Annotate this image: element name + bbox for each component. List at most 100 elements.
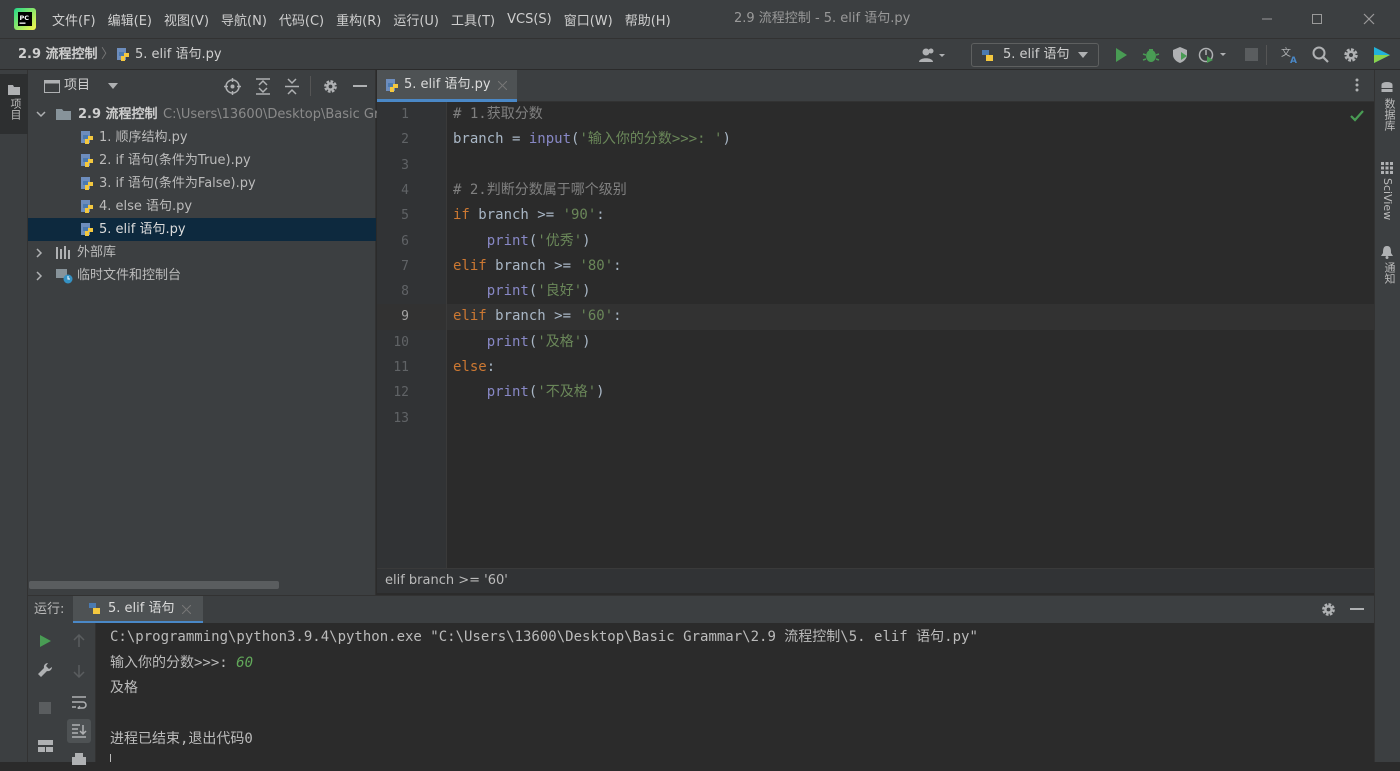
locate-file-icon[interactable] (224, 78, 241, 95)
tree-scratches-row[interactable]: 临时文件和控制台 (28, 264, 376, 287)
stop-icon[interactable] (1245, 48, 1258, 61)
soft-wrap-icon[interactable] (67, 690, 91, 714)
profile-icon[interactable] (1198, 46, 1228, 64)
svg-text:A: A (1290, 56, 1297, 65)
tree-file-label: 5. elif 语句.py (99, 222, 186, 237)
close-tab-icon[interactable] (498, 81, 507, 90)
menu-edit[interactable]: 编辑(E) (102, 10, 158, 29)
hide-panel-icon[interactable] (353, 85, 367, 87)
debug-icon[interactable] (1142, 46, 1160, 64)
tree-file-row[interactable]: 1. 顺序结构.py (28, 126, 376, 149)
breadcrumb-file[interactable]: 5. elif 语句.py (135, 39, 222, 71)
console-input-line: 输入你的分数>>>: 60 (110, 651, 253, 677)
code-with-me-icon[interactable] (1372, 45, 1392, 65)
line-number: 10 (393, 334, 409, 350)
menu-run[interactable]: 运行(U) (387, 10, 445, 29)
pycharm-logo-icon: PC (14, 8, 36, 30)
builtin-function: print (486, 333, 529, 350)
comment: # 1.获取分数 (453, 106, 543, 122)
menu-window[interactable]: 窗口(W) (558, 10, 619, 29)
more-options-icon[interactable] (1355, 78, 1359, 92)
code-line-9: elif branch >= '60': (453, 304, 622, 329)
arrow-down-icon[interactable] (67, 659, 91, 683)
line-number-current: 9 (377, 304, 446, 330)
python-file-icon (80, 199, 95, 214)
window-title: 2.9 流程控制 - 5. elif 语句.py (734, 11, 911, 26)
run-tab-label: 5. elif 语句 (108, 601, 175, 616)
tree-file-row-selected[interactable]: 5. elif 语句.py (28, 218, 376, 241)
code-editor[interactable]: 1 2 3 4 5 6 7 8 9 10 11 12 13 # 1.获取分数 b… (377, 102, 1374, 568)
horizontal-scrollbar[interactable] (29, 581, 279, 589)
tree-file-label: 3. if 语句(条件为False).py (99, 176, 256, 191)
tree-file-label: 1. 顺序结构.py (99, 130, 188, 145)
close-tab-icon[interactable] (182, 605, 191, 614)
console-user-input: 60 (236, 654, 254, 671)
project-stripe-label: 项目 (9, 98, 22, 120)
tree-external-libraries-row[interactable]: 外部库 (28, 241, 376, 264)
line-number: 6 (401, 233, 409, 249)
inspection-ok-check-icon[interactable] (1350, 110, 1364, 122)
arrow-up-icon[interactable] (67, 629, 91, 653)
chevron-down-icon (1078, 52, 1088, 58)
menu-file[interactable]: 文件(F) (46, 10, 102, 29)
project-panel-title[interactable]: 项目 (64, 70, 90, 102)
menu-vcs[interactable]: VCS(S) (501, 12, 558, 27)
breadcrumb-project[interactable]: 2.9 流程控制 (18, 39, 98, 71)
chevron-down-icon[interactable] (36, 111, 46, 118)
print-icon[interactable] (67, 747, 91, 771)
string-literal: '80' (579, 257, 614, 274)
builtin-function: print (486, 384, 529, 401)
stop-run-icon[interactable] (33, 696, 57, 720)
scroll-to-end-icon[interactable] (67, 719, 91, 743)
notifications-label: 通知 (1383, 262, 1396, 284)
wrench-icon[interactable] (33, 658, 57, 682)
project-tool-window-button[interactable]: 项目 (0, 74, 28, 134)
chevron-right-icon[interactable] (36, 271, 43, 281)
builtin-function: print (486, 283, 529, 300)
expand-all-icon[interactable] (255, 78, 271, 95)
coverage-icon[interactable] (1171, 46, 1189, 64)
rerun-icon[interactable] (33, 629, 57, 653)
code-text: : (613, 308, 622, 325)
layout-icon[interactable] (33, 734, 57, 758)
editor-breadcrumb[interactable]: elif branch >= '60' (377, 568, 1374, 593)
editor-tab-active[interactable]: 5. elif 语句.py (377, 70, 517, 102)
keyword: if (453, 207, 470, 224)
maximize-button[interactable] (1294, 0, 1340, 38)
search-icon[interactable] (1312, 46, 1330, 64)
tree-file-row[interactable]: 3. if 语句(条件为False).py (28, 172, 376, 195)
close-window-button[interactable] (1346, 0, 1392, 38)
run-settings-gear-icon[interactable] (1320, 601, 1337, 618)
code-text: ) (722, 131, 731, 148)
menu-code[interactable]: 代码(C) (273, 10, 330, 29)
python-file-icon (80, 176, 95, 191)
chevron-right-icon[interactable] (36, 248, 43, 258)
menu-help[interactable]: 帮助(H) (619, 10, 677, 29)
tree-file-row[interactable]: 2. if 语句(条件为True).py (28, 149, 376, 172)
menu-tools[interactable]: 工具(T) (445, 10, 501, 29)
view-dropdown-chevron-icon[interactable] (108, 83, 118, 89)
code-text: ) (596, 384, 605, 401)
console-caret (110, 754, 111, 762)
run-icon[interactable] (1113, 47, 1129, 63)
translate-icon[interactable]: 文A (1281, 45, 1301, 65)
menu-navigate[interactable]: 导航(N) (215, 10, 273, 29)
collapse-all-icon[interactable] (284, 78, 300, 95)
tree-root-row[interactable]: 2.9 流程控制 C:\Users\13600\Desktop\Basic Gr (28, 103, 379, 126)
hide-run-panel-icon[interactable] (1350, 608, 1364, 610)
run-tab-active[interactable]: 5. elif 语句 (73, 596, 203, 624)
folder-icon (56, 108, 71, 120)
menu-view[interactable]: 视图(V) (158, 10, 215, 29)
tree-external-libraries-label: 外部库 (77, 245, 117, 260)
run-config-dropdown[interactable]: 5. elif 语句 (971, 43, 1099, 67)
tree-file-row[interactable]: 4. else 语句.py (28, 195, 376, 218)
settings-gear-icon[interactable] (1342, 46, 1360, 64)
bell-icon (1381, 246, 1393, 259)
run-console-output[interactable]: C:\programming\python3.9.4\python.exe "C… (96, 623, 1374, 762)
menu-refactor[interactable]: 重构(R) (330, 10, 387, 29)
minimize-button[interactable] (1244, 0, 1290, 38)
run-panel-header: 运行: 5. elif 语句 (28, 595, 1374, 624)
user-icon[interactable] (918, 47, 948, 63)
panel-settings-gear-icon[interactable] (322, 78, 339, 95)
